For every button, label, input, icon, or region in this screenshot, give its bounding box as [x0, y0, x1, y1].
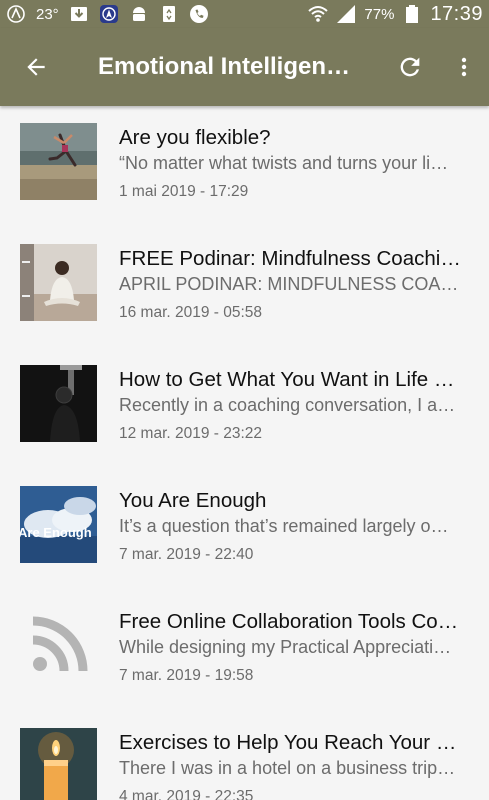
item-date: 16 mar. 2019 - 05:58 — [119, 304, 263, 321]
you-are-enough-clouds-image: Are Enough — [20, 486, 97, 563]
temperature: 23° — [36, 5, 59, 23]
item-title: Exercises to Help You Reach Your … — [119, 731, 457, 754]
more-vert-icon — [461, 57, 467, 77]
list-item[interactable]: Free Online Collaboration Tools Co… Whil… — [0, 590, 489, 711]
list-item[interactable]: FREE Podinar: Mindfulness Coachi… APRIL … — [0, 227, 489, 348]
status-left: 23° — [6, 4, 209, 24]
android-icon — [129, 4, 149, 24]
item-date: 1 mai 2019 - 17:29 — [119, 183, 249, 200]
item-title: Free Online Collaboration Tools Co… — [119, 610, 459, 633]
item-date: 7 mar. 2019 - 19:58 — [119, 667, 254, 684]
wifi-icon — [308, 4, 329, 24]
item-title: Are you flexible? — [119, 126, 271, 149]
more-options-button[interactable] — [439, 28, 489, 106]
item-date: 7 mar. 2019 - 22:40 — [119, 546, 254, 563]
download-icon — [69, 4, 89, 24]
item-title: FREE Podinar: Mindfulness Coachi… — [119, 247, 461, 270]
item-excerpt: There I was in a hotel on a business tri… — [119, 758, 456, 778]
navigation-app-icon — [99, 4, 119, 24]
thumbnail-text: Are Enough — [20, 525, 92, 540]
list-item[interactable]: Are you flexible? “No matter what twists… — [0, 106, 489, 227]
item-title: How to Get What You Want in Life … — [119, 368, 455, 391]
dark-silhouette-image — [20, 365, 97, 442]
signal-icon — [336, 4, 356, 24]
recycle-icon — [159, 4, 179, 24]
meditating-person-image — [20, 244, 97, 321]
item-excerpt: “No matter what twists and turns your li… — [119, 153, 449, 173]
page-title: Emotional Intelligen… — [98, 53, 351, 80]
phone-icon — [189, 4, 209, 24]
list-item[interactable]: Are Enough You Are Enough It’s a questio… — [0, 469, 489, 590]
battery-icon — [402, 4, 422, 24]
article-list: Are you flexible? “No matter what twists… — [0, 106, 489, 800]
back-button[interactable] — [0, 28, 72, 106]
item-excerpt: Recently in a coaching conversation, I a… — [119, 395, 456, 415]
arrow-back-icon — [27, 58, 45, 76]
app-bar-actions — [381, 28, 489, 106]
item-title: You Are Enough — [119, 489, 267, 512]
refresh-button[interactable] — [381, 28, 439, 106]
app-bar: Emotional Intelligen… — [0, 28, 489, 106]
rss-icon — [20, 607, 97, 684]
battery-percent: 77% — [364, 5, 395, 23]
refresh-icon — [400, 57, 420, 77]
item-excerpt: APRIL PODINAR: MINDFULNESS COAC… — [119, 274, 471, 294]
list-item[interactable]: Exercises to Help You Reach Your … There… — [0, 711, 489, 800]
item-excerpt: While designing my Practical Appreciati… — [119, 637, 452, 657]
candle-image — [20, 728, 97, 800]
item-date: 12 mar. 2019 - 23:22 — [119, 425, 263, 442]
item-date: 4 mar. 2019 - 22:35 — [119, 788, 254, 800]
list-item[interactable]: How to Get What You Want in Life … Recen… — [0, 348, 489, 469]
dancer-on-beach-image — [20, 123, 97, 200]
item-excerpt: It’s a question that’s remained largely … — [119, 516, 449, 536]
app-logo-icon — [6, 4, 26, 24]
status-right: 77% 17:39 — [308, 3, 483, 26]
status-bar: 23° 77% 17:39 — [0, 0, 489, 28]
clock: 17:39 — [430, 2, 483, 25]
